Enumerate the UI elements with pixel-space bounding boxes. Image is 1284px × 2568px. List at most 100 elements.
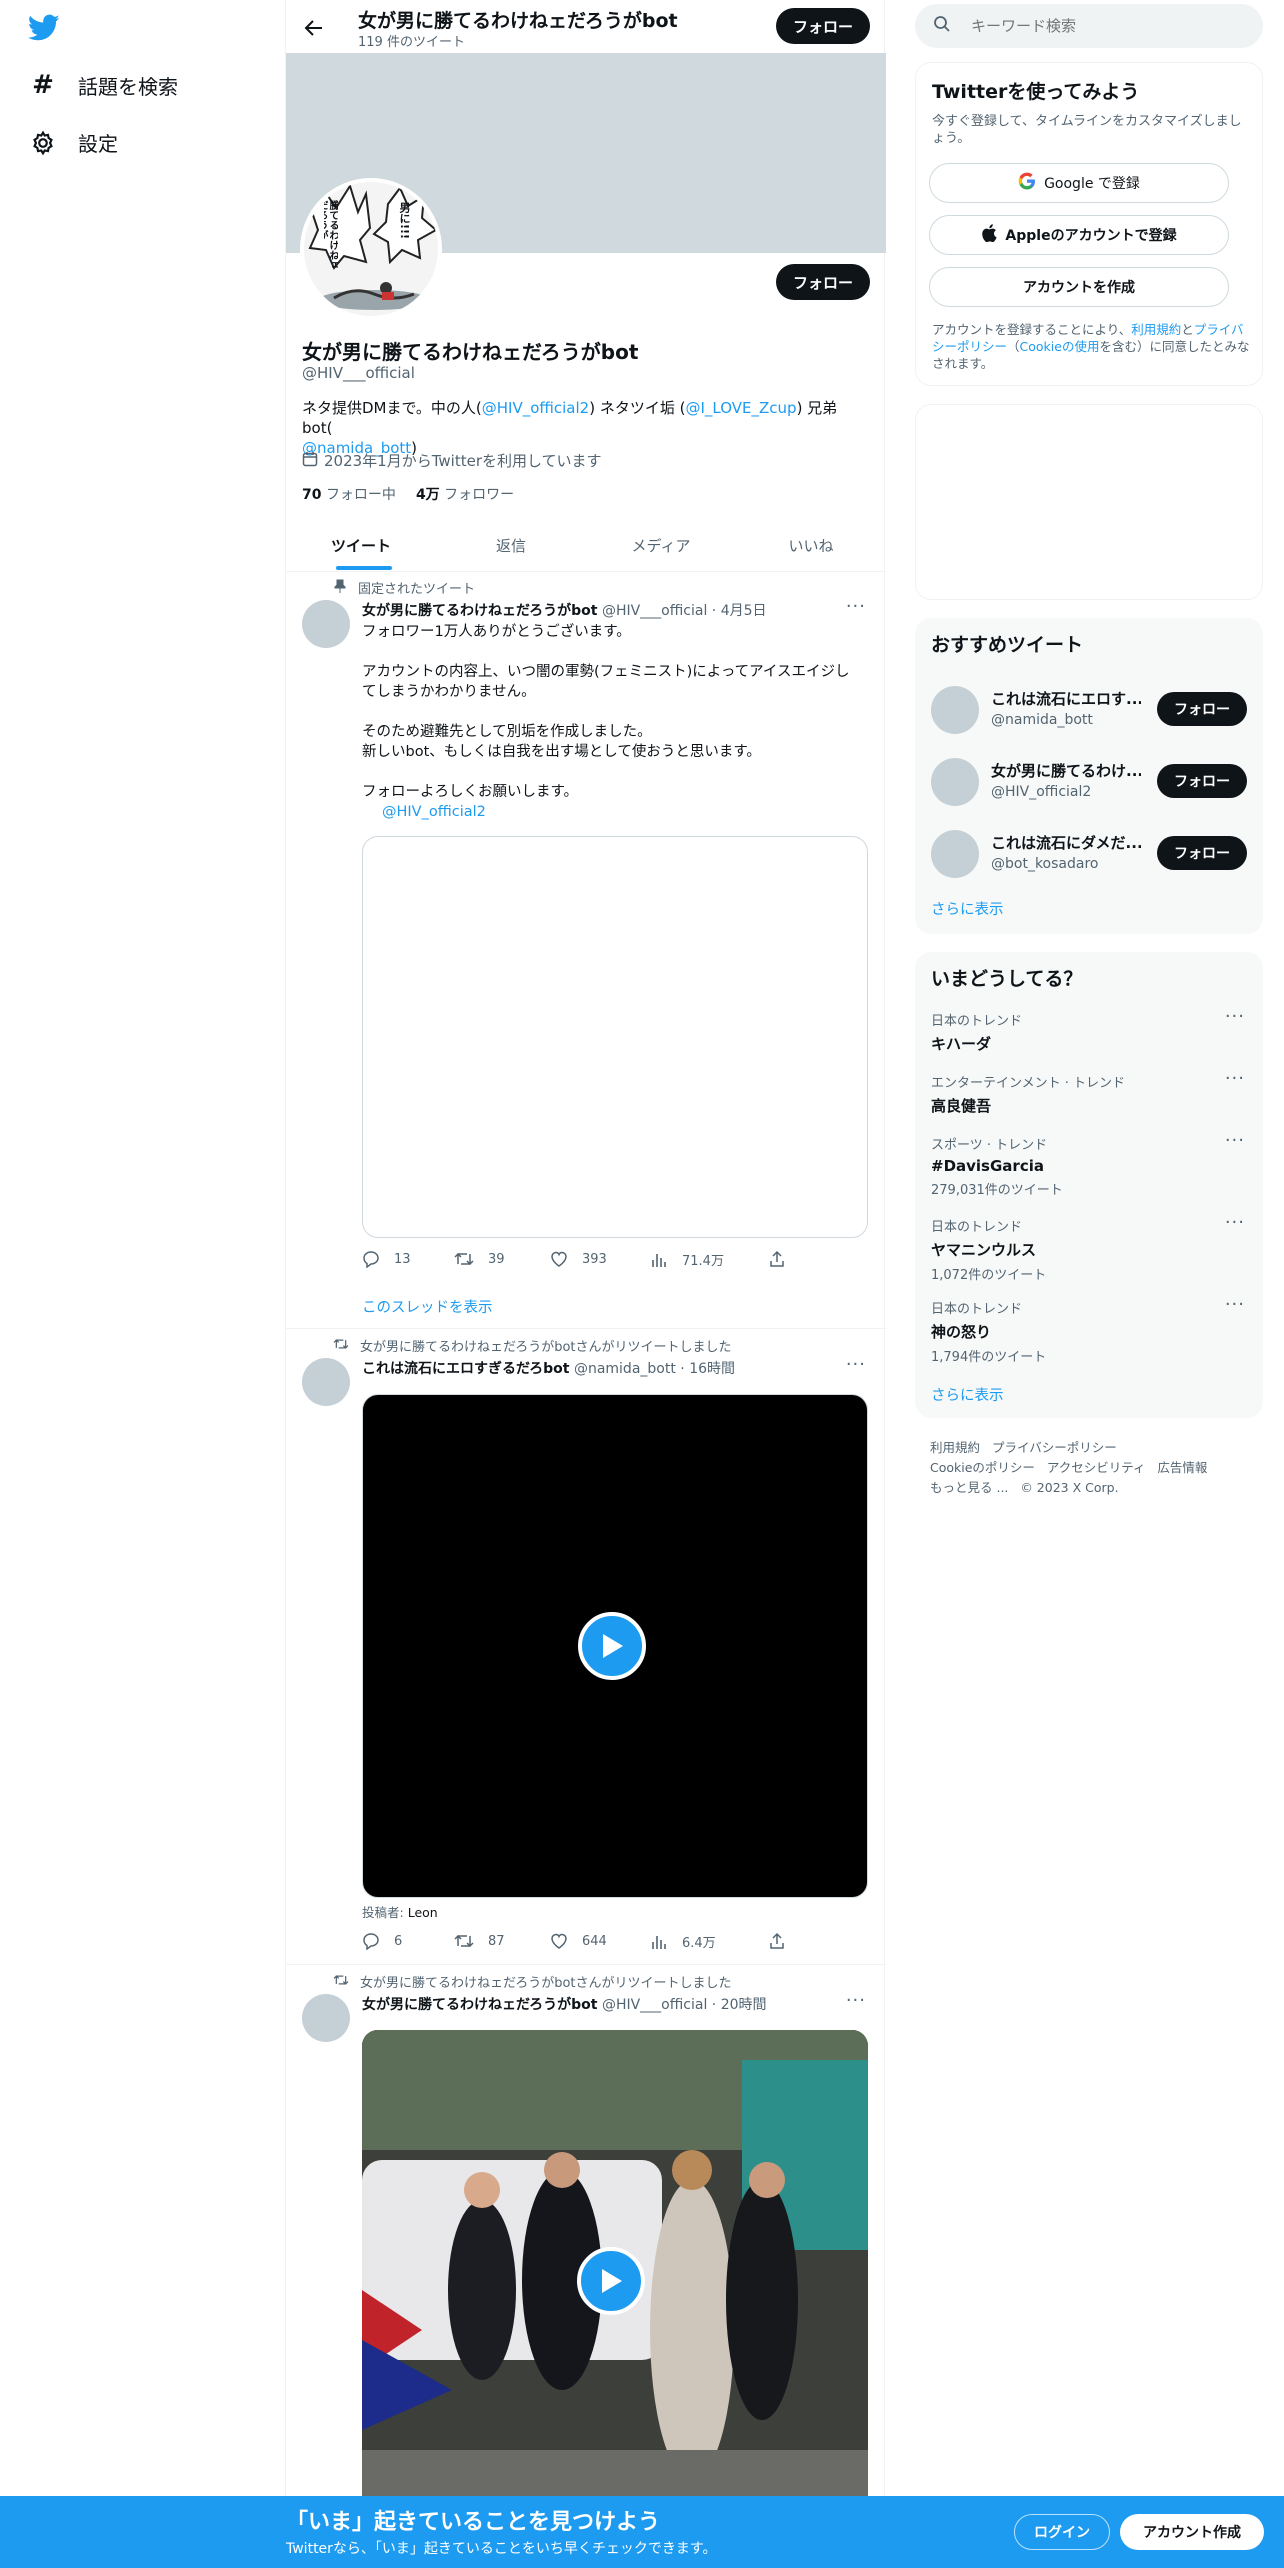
tweet-time[interactable]: · 4月5日 bbox=[712, 603, 767, 619]
embedded-card[interactable] bbox=[362, 836, 868, 1238]
search-input[interactable] bbox=[971, 17, 1231, 35]
tweet-time[interactable]: · 16時間 bbox=[680, 1361, 735, 1377]
tweet-author-handle[interactable]: @HIV___official bbox=[602, 1997, 707, 2013]
trend-item[interactable]: 日本のトレンド ヤマニンウルス 1,072件のツイート bbox=[931, 1216, 1247, 1283]
reply-button[interactable]: 6 bbox=[362, 1932, 402, 1950]
reply-icon bbox=[363, 1251, 379, 1268]
views-icon bbox=[652, 1935, 666, 1949]
recommend-item[interactable]: これは流石にエロす... @namida_bott フォロー bbox=[915, 676, 1263, 744]
header-follow-button[interactable]: フォロー bbox=[776, 8, 870, 44]
google-signup-button[interactable]: Google で登録 bbox=[929, 163, 1229, 203]
tweet-author-name[interactable]: 女が男に勝てるわけねェだろうがbot bbox=[362, 1997, 598, 2013]
nav-settings[interactable]: 設定 bbox=[30, 128, 118, 157]
recommend-handle: @namida_bott bbox=[991, 712, 1093, 728]
recommend-name: 女が男に勝てるわけ... bbox=[991, 762, 1141, 780]
followers-link[interactable]: 4万 フォロワー bbox=[416, 484, 514, 504]
avatar[interactable] bbox=[931, 830, 979, 878]
tweet-video[interactable] bbox=[362, 1394, 868, 1898]
poster-name[interactable]: Leon bbox=[408, 1905, 438, 1920]
bottom-bar-title: 「いま」起きていることを見つけよう bbox=[286, 2510, 661, 2535]
views-button[interactable]: 6.4万 bbox=[650, 1932, 716, 1951]
bio-link-i-love-zcup[interactable]: @I_LOVE_Zcup bbox=[685, 399, 796, 417]
retweet-button[interactable]: 39 bbox=[454, 1250, 505, 1268]
tab-likes[interactable]: いいね bbox=[736, 520, 886, 570]
footer-ads-link[interactable]: 広告情報 bbox=[1157, 1460, 1207, 1475]
avatar[interactable] bbox=[302, 600, 350, 648]
footer-cookie-link[interactable]: Cookieのポリシー bbox=[930, 1460, 1035, 1475]
nav-explore[interactable]: # 話題を検索 bbox=[30, 70, 178, 100]
more-icon[interactable]: ··· bbox=[846, 596, 866, 617]
footer-privacy-link[interactable]: プライバシーポリシー bbox=[992, 1440, 1117, 1455]
share-button[interactable] bbox=[768, 1250, 786, 1268]
following-link[interactable]: 70 フォロー中 bbox=[302, 484, 396, 504]
play-button-icon[interactable] bbox=[578, 1612, 646, 1680]
pin-icon bbox=[334, 579, 346, 597]
tweet-time[interactable]: · 20時間 bbox=[712, 1997, 767, 2013]
views-button[interactable]: 71.4万 bbox=[650, 1250, 724, 1269]
footer-more-link[interactable]: もっと見る ... bbox=[930, 1480, 1008, 1495]
more-icon[interactable]: ··· bbox=[1225, 1212, 1245, 1233]
login-button[interactable]: ログイン bbox=[1014, 2514, 1110, 2550]
divider bbox=[286, 1328, 886, 1329]
trend-item[interactable]: エンターテインメント · トレンド 高良健吾 bbox=[931, 1072, 1247, 1116]
tweet-header: これは流石にエロすぎるだろbot @namida_bott · 16時間 bbox=[362, 1358, 735, 1378]
tweet-mention-link[interactable]: @HIV_official2 bbox=[362, 802, 862, 822]
profile-avatar[interactable]: 勝てるわけねェだろうが 男に!!! bbox=[300, 178, 442, 320]
avatar[interactable] bbox=[302, 1994, 350, 2042]
profile-follow-button[interactable]: フォロー bbox=[776, 264, 870, 300]
apple-icon bbox=[981, 224, 998, 246]
trend-count: 1,794件のツイート bbox=[931, 1350, 1047, 1365]
tweet-video[interactable] bbox=[362, 2030, 868, 2496]
avatar[interactable] bbox=[302, 1358, 350, 1406]
reply-button[interactable]: 13 bbox=[362, 1250, 411, 1268]
more-icon[interactable]: ··· bbox=[846, 1354, 866, 1375]
more-icon[interactable]: ··· bbox=[846, 1990, 866, 2011]
signup-button[interactable]: アカウント作成 bbox=[1120, 2514, 1264, 2550]
trend-item[interactable]: スポーツ · トレンド #DavisGarcia 279,031件のツイート bbox=[931, 1134, 1247, 1198]
more-icon[interactable]: ··· bbox=[1225, 1068, 1245, 1089]
search-box[interactable] bbox=[915, 4, 1263, 48]
recommend-show-more[interactable]: さらに表示 bbox=[931, 898, 1004, 919]
more-icon[interactable]: ··· bbox=[1225, 1006, 1245, 1027]
trends-show-more[interactable]: さらに表示 bbox=[931, 1384, 1004, 1405]
terms-link[interactable]: 利用規約 bbox=[1131, 322, 1181, 337]
cookie-link[interactable]: Cookieの使用 bbox=[1020, 339, 1100, 354]
back-arrow-icon[interactable] bbox=[300, 14, 328, 42]
twitter-logo-icon[interactable] bbox=[27, 14, 60, 42]
avatar[interactable] bbox=[931, 686, 979, 734]
footer-accessibility-link[interactable]: アクセシビリティ bbox=[1047, 1460, 1146, 1475]
trend-item[interactable]: 日本のトレンド 神の怒り 1,794件のツイート bbox=[931, 1298, 1247, 1365]
share-button[interactable] bbox=[768, 1932, 786, 1950]
like-button[interactable]: 393 bbox=[550, 1250, 607, 1268]
show-thread-link[interactable]: このスレッドを表示 bbox=[362, 1296, 493, 1317]
tweet-author-handle[interactable]: @namida_bott bbox=[574, 1361, 676, 1377]
tweet-author-name[interactable]: 女が男に勝てるわけねェだろうがbot bbox=[362, 603, 598, 619]
tweet-line: 新しいbot、もしくは自我を出す場として使おうと思います。 bbox=[362, 744, 761, 760]
avatar[interactable] bbox=[931, 758, 979, 806]
recommend-follow-button[interactable]: フォロー bbox=[1157, 764, 1247, 798]
more-icon[interactable]: ··· bbox=[1225, 1294, 1245, 1315]
signup-title: Twitterを使ってみよう bbox=[932, 81, 1140, 103]
divider bbox=[286, 571, 886, 572]
bio-link-hiv-official2[interactable]: @HIV_official2 bbox=[482, 399, 589, 417]
views-icon bbox=[652, 1253, 666, 1267]
more-icon[interactable]: ··· bbox=[1225, 1130, 1245, 1151]
recommend-item[interactable]: 女が男に勝てるわけ... @HIV_official2 フォロー bbox=[915, 748, 1263, 816]
tab-tweets[interactable]: ツイート bbox=[286, 520, 436, 570]
following-label: フォロー中 bbox=[325, 487, 396, 503]
tweet-author-handle[interactable]: @HIV___official bbox=[602, 603, 707, 619]
play-button-icon[interactable] bbox=[577, 2247, 645, 2315]
trend-item[interactable]: 日本のトレンド キハーダ bbox=[931, 1010, 1247, 1054]
recommend-follow-button[interactable]: フォロー bbox=[1157, 692, 1247, 726]
tab-media[interactable]: メディア bbox=[586, 520, 736, 570]
create-account-button[interactable]: アカウントを作成 bbox=[929, 267, 1229, 307]
footer-terms-link[interactable]: 利用規約 bbox=[930, 1440, 980, 1455]
apple-signup-button[interactable]: Appleのアカウントで登録 bbox=[929, 215, 1229, 255]
tweet-header: 女が男に勝てるわけねェだろうがbot @HIV___official · 20時… bbox=[362, 1994, 767, 2014]
recommend-item[interactable]: これは流石にダメだ... @bot_kosadaro フォロー bbox=[915, 820, 1263, 888]
recommend-follow-button[interactable]: フォロー bbox=[1157, 836, 1247, 870]
tweet-author-name[interactable]: これは流石にエロすぎるだろbot bbox=[362, 1361, 570, 1377]
tab-replies[interactable]: 返信 bbox=[436, 520, 586, 570]
like-button[interactable]: 644 bbox=[550, 1932, 607, 1950]
retweet-button[interactable]: 87 bbox=[454, 1932, 505, 1950]
